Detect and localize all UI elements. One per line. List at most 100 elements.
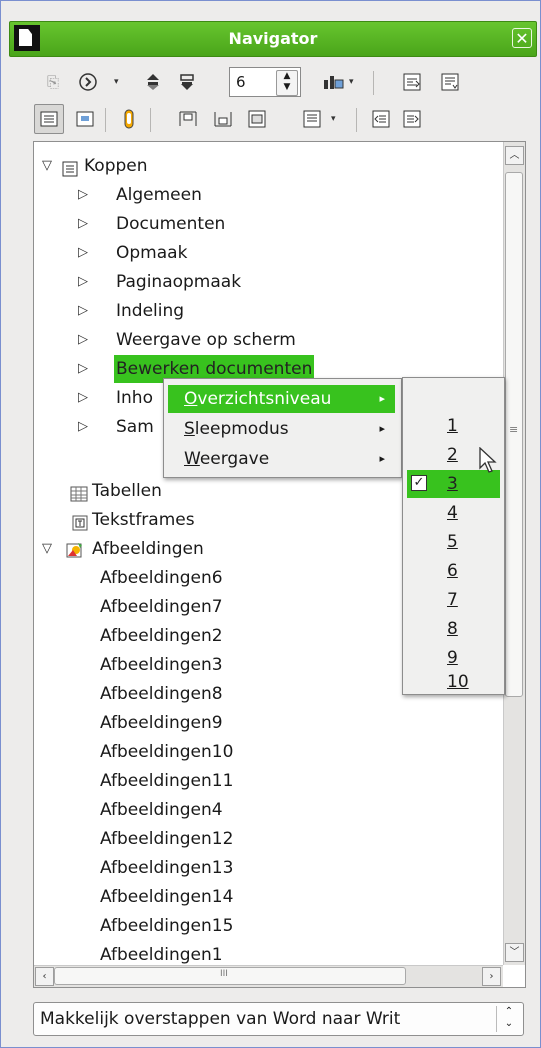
text-frame-icon [72, 512, 88, 531]
select-arrows-icon[interactable]: ⌃ ⌄ [496, 1006, 521, 1032]
menu-item-drag-mode[interactable]: Sleepmodus ▸ [168, 415, 395, 443]
menu-item-outline-level[interactable]: Overzichtsniveau ▸ [168, 385, 395, 413]
previous-icon[interactable] [139, 68, 167, 96]
collapsed-arrow-icon[interactable]: ▷ [78, 297, 88, 325]
collapsed-arrow-icon[interactable]: ▷ [78, 384, 88, 412]
heading-level-value: 6 [236, 73, 246, 91]
collapsed-arrow-icon[interactable]: ▷ [78, 413, 88, 441]
grip-icon: III [220, 969, 228, 979]
tree-item-label: Documenten [116, 214, 226, 234]
drag-mode-dropdown-icon[interactable]: ▾ [349, 77, 354, 87]
scroll-down-button[interactable]: ﹀ [505, 943, 524, 962]
tree-item-label: Paginaopmaak [116, 272, 242, 292]
tree-item-image[interactable]: Afbeeldingen13 [100, 854, 233, 882]
tree-item-image[interactable]: Afbeeldingen9 [100, 709, 223, 737]
tree-item-image[interactable]: Afbeeldingen15 [100, 912, 233, 940]
content-view-icon[interactable] [71, 105, 99, 133]
scroll-up-button[interactable]: ︿ [505, 146, 524, 165]
tree-item-image[interactable]: Afbeeldingen7 [100, 593, 223, 621]
level-option[interactable]: 5 [407, 528, 500, 556]
heading-levels-dropdown-icon[interactable]: ▾ [331, 114, 336, 124]
demote-level-icon[interactable] [398, 105, 426, 133]
vertical-scrollbar[interactable]: ︿ ≡ ﹀ [503, 142, 525, 965]
tree-node-label: Tekstframes [92, 510, 195, 530]
list-box-icon[interactable] [34, 104, 64, 134]
tree-item-heading[interactable]: ▷ Algemeen [34, 181, 494, 209]
context-menu: Overzichtsniveau ▸ Sleepmodus ▸ Weergave… [163, 378, 402, 478]
scroll-right-button[interactable]: › [482, 967, 501, 986]
collapsed-arrow-icon[interactable]: ▷ [78, 355, 88, 383]
tree-item-image[interactable]: Afbeeldingen3 [100, 651, 223, 679]
tree-item-image[interactable]: Afbeeldingen4 [100, 796, 223, 824]
collapsed-arrow-icon[interactable]: ▷ [78, 239, 88, 267]
tree-item-heading[interactable]: ▷ Indeling [34, 297, 494, 325]
headings-icon [62, 158, 78, 177]
checkmark-icon: ✓ [411, 475, 427, 491]
table-icon [70, 483, 88, 502]
anchor-text-icon[interactable] [243, 105, 271, 133]
vertical-scroll-thumb[interactable]: ≡ [505, 172, 523, 697]
footer-icon[interactable] [209, 105, 237, 133]
separator [150, 108, 151, 132]
horizontal-scroll-thumb[interactable]: III [54, 967, 406, 985]
next-icon[interactable] [173, 68, 201, 96]
tree-item-heading[interactable]: ▷ Paginaopmaak [34, 268, 494, 296]
tree-item-image[interactable]: Afbeeldingen6 [100, 564, 223, 592]
demote-chapter-icon[interactable] [436, 68, 464, 96]
tree-node-label: Koppen [84, 156, 148, 176]
expanded-arrow-icon[interactable]: ▽ [42, 535, 52, 563]
level-option[interactable]: 6 [407, 557, 500, 585]
tree-item-image[interactable]: Afbeeldingen11 [100, 767, 233, 795]
tree-item-heading[interactable]: ▷ Documenten [34, 210, 494, 238]
tree-item-label: Indeling [116, 301, 185, 321]
level-option[interactable]: 7 [407, 586, 500, 614]
submenu-arrow-icon: ▸ [379, 422, 385, 435]
tree-item-label: Algemeen [116, 185, 202, 205]
spin-arrows[interactable]: ▲ ▼ [276, 70, 298, 96]
tree-item-heading[interactable]: ▷ Opmaak [34, 239, 494, 267]
close-button[interactable]: ✕ [512, 28, 532, 48]
scroll-left-button[interactable]: ‹ [35, 967, 54, 986]
tree-item-label: Opmaak [116, 243, 188, 263]
promote-level-icon[interactable] [367, 105, 395, 133]
tree-item-image[interactable]: Afbeeldingen12 [100, 825, 233, 853]
tree-item-label: Weergave op scherm [116, 330, 296, 350]
expanded-arrow-icon[interactable]: ▽ [42, 152, 52, 180]
tree-item-image[interactable]: Afbeeldingen8 [100, 680, 223, 708]
menu-item-display[interactable]: Weergave ▸ [168, 445, 395, 473]
toggle-icon[interactable]: ⎘ [39, 68, 67, 96]
navigator-window: Navigator ✕ ⎘ ▾ 6 ▲ ▼ ▾ ▾ ▽ Koppen ▷ Alg… [0, 0, 541, 1048]
tree-item-image[interactable]: Afbeeldingen2 [100, 622, 223, 650]
submenu-arrow-icon: ▸ [379, 392, 385, 405]
outline-level-submenu: 1 2 ✓ 3 4 5 6 7 8 9 10 [402, 377, 505, 695]
tree-item-image[interactable]: Afbeeldingen10 [100, 738, 233, 766]
level-option[interactable]: 1 [407, 412, 500, 440]
header-icon[interactable] [174, 105, 202, 133]
heading-levels-icon[interactable] [298, 105, 326, 133]
collapsed-arrow-icon[interactable]: ▷ [78, 181, 88, 209]
level-option[interactable]: 4 [407, 499, 500, 527]
collapsed-arrow-icon[interactable]: ▷ [78, 210, 88, 238]
navigation-icon[interactable] [74, 68, 102, 96]
collapsed-arrow-icon[interactable]: ▷ [78, 326, 88, 354]
separator [356, 108, 357, 132]
tree-node-label: Afbeeldingen [92, 539, 204, 559]
collapsed-arrow-icon[interactable]: ▷ [78, 268, 88, 296]
tree-item-heading[interactable]: ▷ Weergave op scherm [34, 326, 494, 354]
document-select[interactable]: Makkelijk overstappen van Word naar Writ… [33, 1002, 524, 1036]
promote-chapter-icon[interactable] [398, 68, 426, 96]
tree-item-label: Sam [116, 417, 154, 437]
tree-node-headings[interactable]: ▽ Koppen [34, 152, 494, 180]
separator [373, 71, 374, 95]
image-icon [66, 540, 82, 558]
document-select-value: Makkelijk overstappen van Word naar Writ [40, 1009, 401, 1029]
navigation-dropdown-icon[interactable]: ▾ [114, 77, 119, 87]
horizontal-scrollbar[interactable]: ‹ III › [34, 965, 503, 987]
title-bar[interactable]: Navigator ✕ [9, 21, 537, 57]
tree-item-image[interactable]: Afbeeldingen14 [100, 883, 233, 911]
level-option[interactable]: 10 [407, 668, 500, 696]
drag-mode-icon[interactable] [319, 68, 347, 96]
heading-level-spinbox[interactable]: 6 ▲ ▼ [229, 67, 301, 97]
reminder-icon[interactable] [115, 105, 143, 133]
level-option[interactable]: 8 [407, 615, 500, 643]
